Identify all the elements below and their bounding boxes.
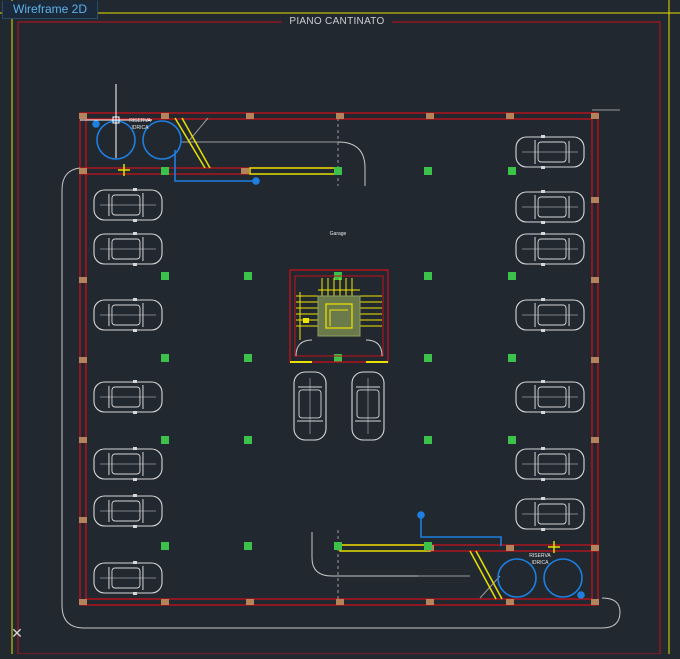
pillar-marker-14 [424,436,432,444]
pillar-marker-5 [244,272,252,280]
column-26 [591,357,599,363]
column-9 [246,599,254,605]
car-10 [515,298,585,332]
column-25 [591,277,599,283]
car-5 [93,494,163,528]
column-14 [79,168,87,174]
column-1 [161,113,169,119]
car-1 [93,232,163,266]
pillar-marker-15 [508,436,516,444]
pillar-marker-8 [161,354,169,362]
pillar-marker-16 [161,542,169,550]
stair-core [289,269,389,363]
floor-plan-drawing: Garage RISERVA IDRICA RISERVA IDRICA [0,0,680,655]
room-label: Garage [330,231,347,237]
pillar-marker-11 [508,354,516,362]
car-14 [293,371,327,441]
car-13 [515,497,585,531]
car-8 [515,190,585,224]
drawing-viewport[interactable]: Garage RISERVA IDRICA RISERVA IDRICA Wir… [0,0,680,655]
pillar-marker-19 [424,542,432,550]
pillar-marker-10 [424,354,432,362]
car-0 [93,188,163,222]
tank-bottom-right-1 [497,558,537,598]
car-9 [515,232,585,266]
car-11 [515,380,585,414]
column-5 [506,113,514,119]
tank-bottom-right-2 [543,558,583,598]
column-11 [426,599,434,605]
sheet-title: PIANO CANTINATO [282,15,392,29]
column-21 [79,357,87,363]
column-4 [426,113,434,119]
tank-label-top-line2: IDRICA [132,125,150,131]
column-12 [506,599,514,605]
column-6 [591,113,599,119]
column-16 [241,168,249,174]
pillar-marker-4 [161,272,169,280]
pillar-marker-18 [334,542,342,550]
car-15 [351,371,385,441]
car-3 [93,380,163,414]
column-22 [79,437,87,443]
pillar-marker-7 [508,272,516,280]
car-12 [515,447,585,481]
viewport-tab[interactable]: Wireframe 2D [2,1,99,19]
column-10 [336,599,344,605]
tank-label-top-line1: RISERVA [129,118,151,124]
parking-cars [93,135,585,595]
pillar-marker-9 [244,354,252,362]
pillar-marker-17 [244,542,252,550]
pillar-marker-1 [334,167,342,175]
column-13 [591,599,599,605]
column-20 [79,277,87,283]
car-6 [93,561,163,595]
car-7 [515,135,585,169]
pillar-marker-3 [508,167,516,175]
tank-room-bottom-walls [340,544,598,552]
pillar-marker-13 [244,436,252,444]
close-icon[interactable]: ✕ [10,626,24,640]
pillar-marker-12 [161,436,169,444]
column-17 [591,545,599,551]
column-27 [591,437,599,443]
column-3 [336,113,344,119]
pillar-markers [161,167,516,550]
column-2 [246,113,254,119]
column-23 [79,517,87,523]
tank-label-bottom-line1: RISERVA [529,553,551,559]
pillar-marker-6 [424,272,432,280]
column-18 [506,545,514,551]
pillar-marker-0 [161,167,169,175]
tank-label-bottom-line2: IDRICA [532,560,550,566]
car-2 [93,298,163,332]
column-0 [79,113,87,119]
column-24 [591,197,599,203]
car-4 [93,447,163,481]
tank-room-top-walls [80,167,340,175]
column-8 [161,599,169,605]
pillar-marker-2 [424,167,432,175]
pillar-marker-21 [334,354,342,362]
column-7 [79,599,87,605]
